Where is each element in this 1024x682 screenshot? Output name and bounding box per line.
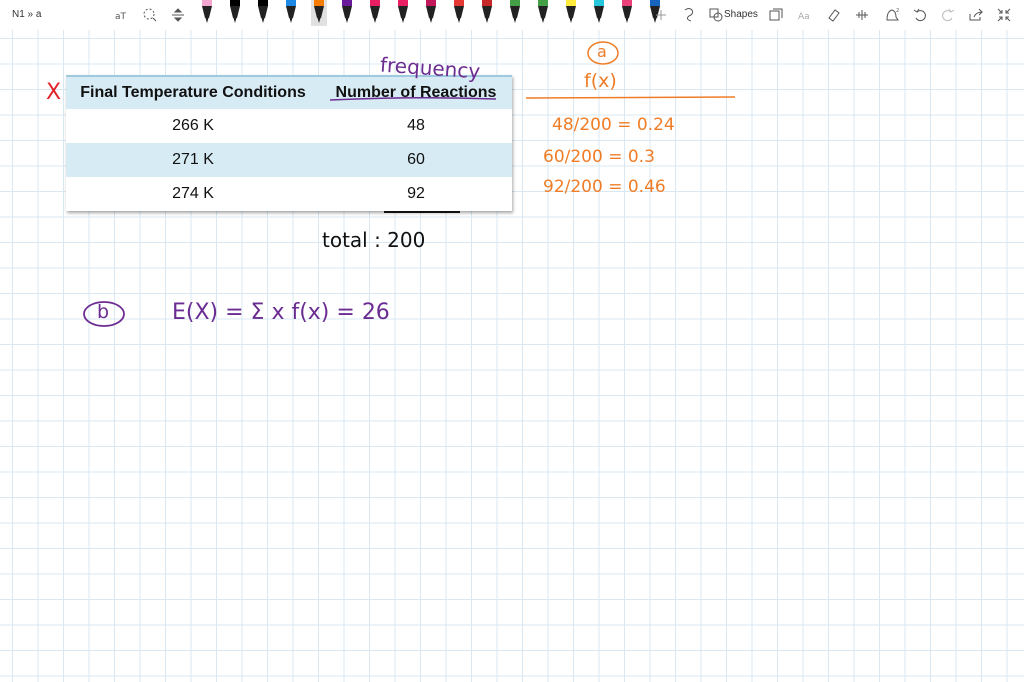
share-icon[interactable]: [966, 5, 986, 25]
pen-3[interactable]: [255, 0, 271, 26]
add-pen-icon[interactable]: [651, 5, 671, 25]
pen-8[interactable]: [395, 0, 411, 26]
pen-14[interactable]: [563, 0, 579, 26]
shapes-label[interactable]: Shapes: [724, 9, 758, 20]
temp-cell: 266 K: [172, 117, 214, 134]
temp-cell: 274 K: [172, 185, 214, 202]
svg-text:aT: aT: [115, 12, 127, 22]
table-row: 266 K 48: [66, 109, 512, 143]
pen-15[interactable]: [591, 0, 607, 26]
pen-4[interactable]: [283, 0, 299, 26]
undo-icon[interactable]: [910, 5, 930, 25]
pen-9[interactable]: [423, 0, 439, 26]
ink-to-text-icon[interactable]: Aa: [796, 5, 816, 25]
count-cell: 92: [407, 185, 425, 202]
svg-text:2: 2: [896, 8, 899, 14]
pen-11[interactable]: [479, 0, 495, 26]
x-mark: X: [46, 80, 62, 105]
header-number-of-reactions: Number of Reactions: [320, 75, 512, 109]
pen-6[interactable]: [339, 0, 355, 26]
breadcrumb[interactable]: N1 » a: [12, 9, 41, 20]
table-row: 274 K 92: [66, 177, 512, 211]
ink-to-shape-icon[interactable]: [679, 5, 699, 25]
toolbar: N1 » a aT Shapes Aa 2: [0, 0, 1024, 31]
pen-16[interactable]: [619, 0, 635, 26]
temperature-table: Final Temperature Conditions Number of R…: [66, 75, 512, 211]
pen-12[interactable]: [507, 0, 523, 26]
pen-5[interactable]: [311, 0, 327, 26]
count-cell: 48: [407, 117, 425, 134]
header-final-temperature: Final Temperature Conditions: [66, 75, 320, 109]
text-style-icon[interactable]: aT: [113, 5, 133, 25]
collapse-icon[interactable]: [994, 5, 1014, 25]
add-space-icon[interactable]: [168, 5, 188, 25]
shapes-icon[interactable]: [706, 5, 726, 25]
calc-line: 48/200 = 0.24: [552, 115, 675, 135]
table-row: 271 K 60: [66, 143, 512, 177]
calc-line: 60/200 = 0.3: [543, 147, 655, 167]
redo-icon[interactable]: [938, 5, 958, 25]
eraser-icon[interactable]: [824, 5, 844, 25]
insert-space-icon[interactable]: [766, 5, 786, 25]
pen-13[interactable]: [535, 0, 551, 26]
count-cell: 60: [320, 143, 512, 177]
pen-10[interactable]: [451, 0, 467, 26]
ruler-icon[interactable]: [852, 5, 872, 25]
pen-2[interactable]: [227, 0, 243, 26]
temp-cell: 271 K: [66, 143, 320, 177]
pen-7[interactable]: [367, 0, 383, 26]
ink-replay-icon[interactable]: 2: [882, 5, 902, 25]
svg-text:Aa: Aa: [798, 12, 810, 22]
part-a-label: a: [597, 42, 607, 61]
fx-header: f(x): [584, 70, 617, 92]
expectation-formula: E(X) = Σ x f(x) = 26: [172, 300, 390, 325]
lasso-select-icon[interactable]: [140, 5, 160, 25]
total-note: total : 200: [322, 228, 426, 252]
pen-1[interactable]: [199, 0, 215, 26]
part-b-label: b: [97, 301, 110, 323]
calc-line: 92/200 = 0.46: [543, 177, 666, 197]
